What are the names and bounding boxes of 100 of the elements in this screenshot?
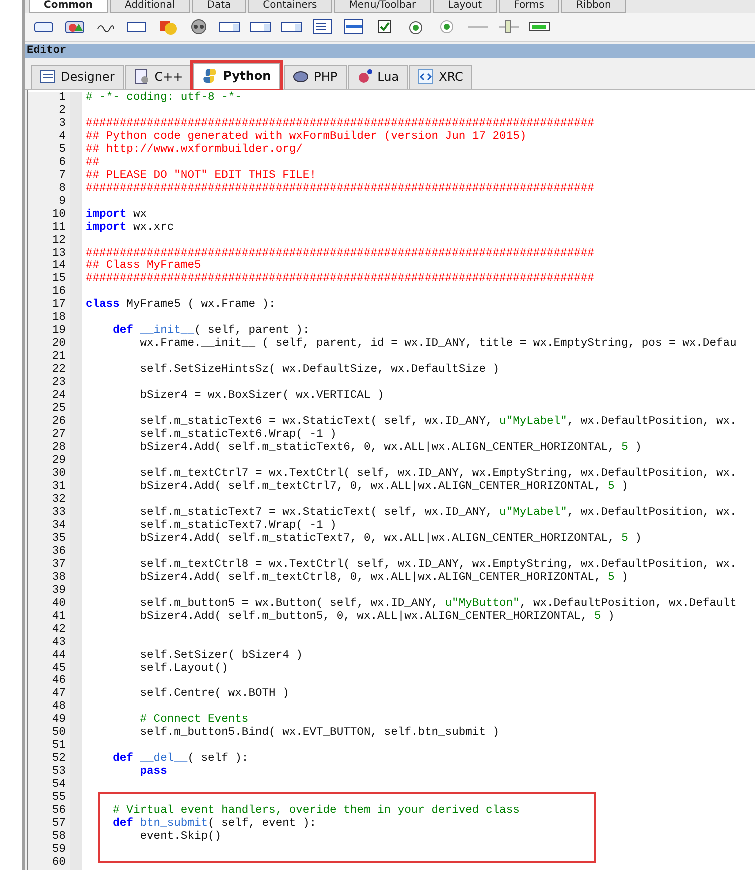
editor-tab[interactable]: XRC [409, 64, 472, 89]
code-line: self.SetSizeHintsSz( wx.DefaultSize, wx.DefaultSize ) [139, 364, 501, 378]
line-number: 53 [51, 766, 67, 780]
line-number: 6 [58, 156, 67, 170]
code-line: ## Class MyFrame5 [86, 260, 202, 274]
line-number: 35 [51, 532, 67, 546]
editor-tab[interactable]: Python [193, 62, 280, 89]
code-line: ########################################################################### [86, 273, 596, 286]
list-box-icon[interactable] [312, 18, 334, 35]
palette-tab[interactable]: Ribbon [561, 0, 626, 13]
line-number: 12 [51, 234, 67, 248]
form-icon [40, 69, 56, 86]
panel-title: Editor [27, 44, 67, 57]
code-editor[interactable] [27, 90, 755, 870]
editor-tab[interactable]: Lua [348, 64, 408, 89]
line-number: 20 [51, 338, 67, 351]
line-number: 33 [51, 506, 67, 520]
line-number: 1 [58, 92, 67, 105]
code-line: def __init__( self, parent ): [112, 325, 311, 338]
palette-tab[interactable]: Forms [499, 0, 560, 13]
line-number: 41 [51, 610, 67, 624]
code-line: self.m_textCtrl7 = wx.TextCtrl( self, wx.ID_ANY, wx.EmptyString, wx.DefaultPosition, wx. [139, 468, 738, 480]
line-number: 44 [51, 650, 67, 662]
line-number: 29 [51, 455, 67, 468]
code-line: pass [139, 766, 168, 780]
palette-tab[interactable]: Common [29, 0, 108, 13]
code-line: self.m_button5.Bind( wx.EVT_BUTTON, self.btn_submit ) [139, 727, 501, 740]
palette-tab[interactable]: Layout [433, 0, 498, 13]
python-icon [202, 68, 218, 84]
line-number: 52 [51, 753, 67, 766]
code-line: ########################################################################### [86, 118, 596, 130]
line-number: 22 [51, 364, 67, 377]
editor-tab[interactable]: Designer [31, 64, 124, 89]
line-number: 11 [51, 222, 67, 235]
line-number: 40 [51, 598, 67, 611]
line-number: 51 [51, 740, 67, 753]
line-number: 5 [58, 144, 67, 157]
line-number: 10 [51, 208, 67, 222]
code-line: def __del__( self ): [112, 753, 250, 766]
gear-document-icon [134, 69, 150, 86]
code-line: event.Skip() [139, 831, 223, 844]
code-line: bSizer4.Add( self.m_textCtrl8, 0, wx.ALL|wx.ALIGN_CENTER_HORIZONTAL, 5 ) [139, 572, 630, 585]
line-number: 19 [51, 325, 67, 338]
line-number: 57 [51, 818, 67, 831]
php-icon [293, 69, 310, 86]
planet-icon [356, 69, 373, 86]
code-line: ########################################################################### [86, 248, 596, 260]
line-number: 7 [58, 170, 67, 183]
line-number: 30 [51, 468, 67, 481]
code-line: self.m_staticText7.Wrap( -1 ) [139, 520, 338, 532]
line-number: 43 [51, 636, 67, 650]
bitmap-button-icon[interactable] [64, 18, 86, 35]
slider-icon[interactable] [498, 18, 520, 35]
line-number: 58 [51, 831, 67, 844]
code-line: ## http://www.wxformbuilder.org/ [86, 144, 304, 157]
line-number: 34 [51, 520, 67, 533]
line-number: 55 [51, 792, 67, 805]
list-control-icon[interactable] [343, 18, 365, 35]
palette-tab[interactable]: Menu/Toolbar [334, 0, 432, 13]
code-line: # -*- coding: utf-8 -*- [86, 92, 243, 105]
line-number: 21 [51, 351, 67, 364]
editor-tab[interactable]: PHP [284, 64, 347, 89]
line-number: 36 [51, 546, 67, 559]
line-number: 32 [51, 494, 67, 507]
code-line: self.Centre( wx.BOTH ) [139, 688, 290, 702]
palette-tab[interactable]: Additional [110, 0, 190, 13]
line-number: 24 [51, 390, 67, 403]
line-number: 25 [51, 403, 67, 416]
code-line: self.Layout() [139, 662, 230, 676]
line-number: 46 [51, 675, 67, 688]
editor-tab[interactable]: C++ [124, 64, 192, 89]
code-line: import wx.xrc [86, 222, 176, 235]
line-number: 39 [51, 584, 67, 598]
line-number: 15 [51, 273, 67, 286]
line-number: 28 [51, 442, 67, 455]
code-line: bSizer4.Add( self.m_staticText6, 0, wx.ALL|wx.ALIGN_CENTER_HORIZONTAL, 5 ) [139, 442, 643, 455]
line-number: 59 [51, 844, 67, 857]
code-line: self.m_staticText6.Wrap( -1 ) [139, 429, 338, 442]
code-line: # Connect Events [139, 714, 250, 726]
code-line: ## Python code generated with wxFormBuilder (version Jun 17 2015) [86, 130, 528, 144]
line-number: 27 [51, 429, 67, 442]
code-line: self.SetSizer( bSizer4 ) [139, 650, 304, 662]
line-number: 18 [51, 312, 67, 325]
code-line: wx.Frame.__init__ ( self, parent, id = wx.ID_ANY, title = wx.EmptyString, pos = wx.Defau [139, 338, 738, 352]
line-number: 9 [58, 196, 67, 209]
line-number: 48 [51, 701, 67, 714]
code-line: bSizer4.Add( self.m_textCtrl7, 0, wx.ALL|wx.ALIGN_CENTER_HORIZONTAL, 5 ) [139, 480, 630, 494]
code-line: import wx [86, 208, 148, 222]
line-number: 47 [51, 688, 67, 701]
palette-tab[interactable]: Data [192, 0, 246, 13]
code-line: ## PLEASE DO "NOT" EDIT THIS FILE! [86, 170, 318, 183]
line-number: 16 [51, 286, 67, 300]
code-line: def btn_submit( self, event ): [112, 818, 318, 830]
code-icon [418, 69, 434, 86]
code-line: ########################################################################### [86, 182, 596, 196]
code-line: self.m_staticText7 = wx.StaticText( self, wx.ID_ANY, u"MyLabel", wx.DefaultPosition, wx. [139, 506, 738, 520]
line-number: 56 [51, 805, 67, 818]
line-number: 23 [51, 377, 67, 390]
shapes-icon[interactable] [157, 18, 179, 35]
palette-tab[interactable]: Containers [248, 0, 332, 13]
